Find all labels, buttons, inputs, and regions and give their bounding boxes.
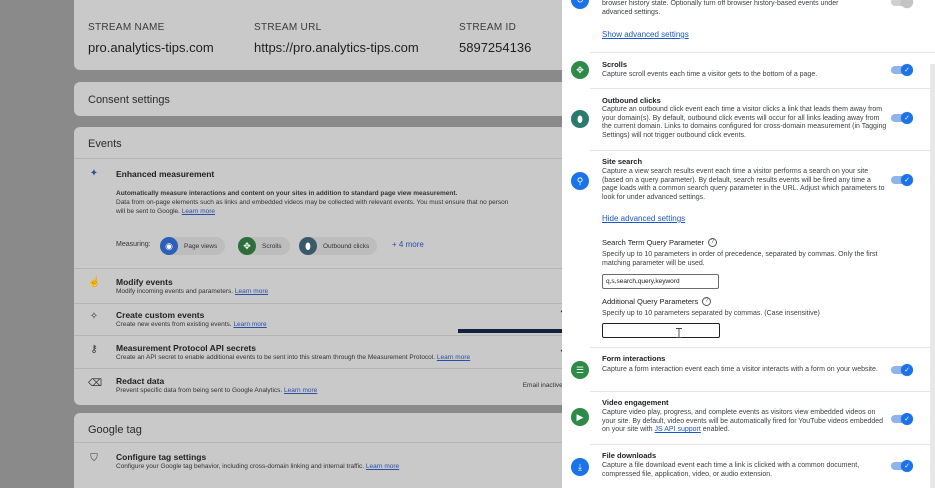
search-icon: ⚲ — [571, 172, 589, 190]
mouse-icon: ⬮ — [299, 237, 317, 255]
additional-query-parameters-input[interactable] — [602, 323, 720, 338]
play-icon: ▶ — [571, 408, 589, 426]
text-cursor-icon — [676, 328, 682, 338]
events-title: Events — [88, 138, 122, 150]
events-card: Events ✦ Enhanced measurement Automatica… — [74, 127, 594, 405]
panel-scrollbar[interactable] — [930, 64, 935, 488]
key-icon: ⚷ — [90, 344, 98, 355]
help-icon[interactable]: ? — [702, 297, 712, 306]
learn-more-link[interactable]: Learn more — [182, 208, 215, 215]
hide-advanced-settings-link[interactable]: Hide advanced settings — [602, 214, 685, 223]
download-icon: ⤓ — [571, 458, 589, 476]
hand-icon: ☝ — [88, 277, 101, 288]
history-icon: ↻ — [571, 0, 589, 9]
site-search-toggle[interactable]: ✓ — [891, 174, 913, 186]
scrolls-toggle[interactable]: ✓ — [891, 64, 913, 76]
stream-name: STREAM NAME pro.analytics-tips.com — [88, 22, 214, 55]
stream-id: STREAM ID 5897254136 — [459, 22, 532, 55]
form-icon: ☰ — [571, 361, 589, 379]
enhanced-measurement-panel: ↻ browser history state. Optionally turn… — [562, 0, 935, 488]
history-toggle[interactable] — [891, 0, 913, 8]
enhanced-measurement-title: Enhanced measurement — [116, 169, 215, 179]
file-downloads-toggle[interactable]: ✓ — [891, 460, 913, 472]
sparkle-click-icon: ✧ — [89, 311, 99, 322]
tag-icon: ⛉ — [90, 453, 98, 464]
google-tag-card: Google tag ⛉ Configure tag settings Conf… — [74, 413, 594, 488]
chip-page-views: ◉ Page views — [160, 237, 226, 255]
outbound-clicks-toggle[interactable]: ✓ — [891, 112, 913, 124]
scroll-icon: ✥ — [238, 237, 256, 255]
form-interactions-toggle[interactable]: ✓ — [891, 364, 913, 376]
stream-url: STREAM URL https://pro.analytics-tips.co… — [254, 22, 419, 55]
sparkle-icon: ✦ — [89, 168, 99, 179]
scroll-icon: ✥ — [571, 61, 589, 79]
eraser-icon: ⌫ — [88, 378, 103, 389]
mouse-icon: ⬮ — [571, 110, 589, 128]
video-engagement-toggle[interactable]: ✓ — [891, 413, 913, 425]
chip-scrolls: ✥ Scrolls — [238, 237, 290, 255]
more-link[interactable]: + 4 more — [392, 240, 424, 249]
show-advanced-settings-link[interactable]: Show advanced settings — [602, 30, 689, 39]
consent-settings-card[interactable]: Consent settings — [74, 82, 594, 116]
chip-outbound-clicks: ⬮ Outbound clicks — [299, 237, 378, 255]
stream-details-card: STREAM NAME pro.analytics-tips.com STREA… — [74, 0, 594, 70]
js-api-support-link[interactable]: JS API support — [655, 426, 701, 433]
help-icon[interactable]: ? — [707, 238, 717, 247]
eye-icon: ◉ — [160, 237, 178, 255]
search-term-query-parameter-input[interactable] — [602, 274, 719, 289]
